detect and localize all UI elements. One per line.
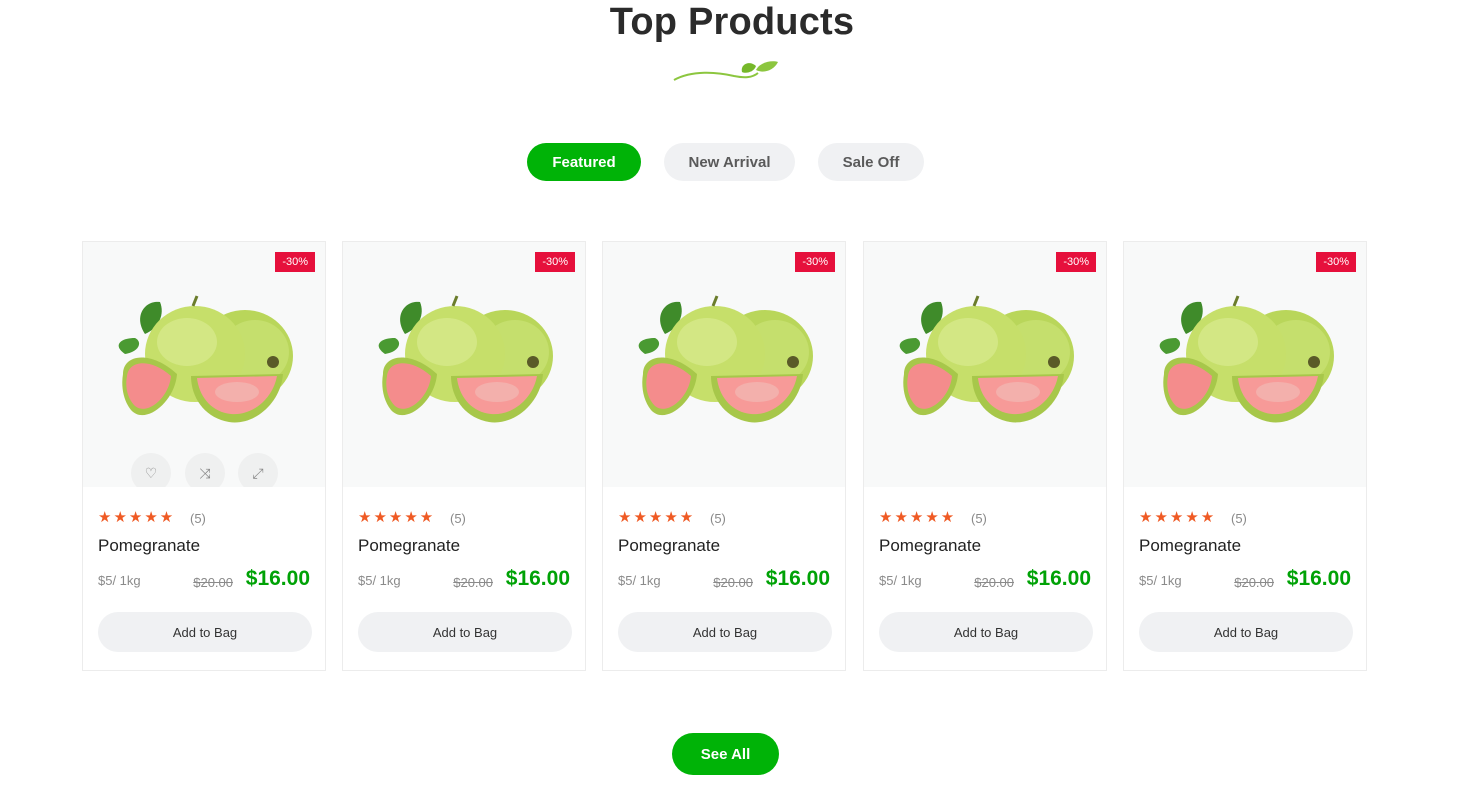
product-image-area[interactable]: -30% ♡ ⤨ ⤢	[864, 242, 1106, 487]
current-price: $16.00	[1286, 567, 1351, 590]
old-price: $20.00	[193, 575, 233, 590]
add-to-bag-button[interactable]: Add to Bag	[1139, 612, 1353, 652]
product-image-area[interactable]: -30% ♡ ⤨ ⤢	[83, 242, 325, 487]
unit-price: $5/ 1kg	[358, 573, 401, 588]
star-rating-icon: ★★★★★	[358, 509, 436, 526]
rating-count: (5)	[1231, 511, 1247, 526]
product-name[interactable]: Pomegranate	[98, 536, 200, 556]
product-card[interactable]: -30% ♡ ⤨ ⤢ ★★★★★ (	[1123, 241, 1367, 671]
tab-featured[interactable]: Featured	[527, 143, 641, 181]
add-to-bag-button[interactable]: Add to Bag	[879, 612, 1093, 652]
product-image-area[interactable]: -30% ♡ ⤨ ⤢	[343, 242, 585, 487]
unit-price: $5/ 1kg	[1139, 573, 1182, 588]
product-hover-actions: ♡ ⤨ ⤢	[131, 453, 281, 487]
leaf-vine-icon	[673, 61, 778, 81]
discount-badge: -30%	[795, 252, 835, 272]
guava-fruit-image	[1159, 295, 1334, 423]
unit-price: $5/ 1kg	[879, 573, 922, 588]
product-card[interactable]: -30% ♡ ⤨ ⤢ ★★★★★ (	[82, 241, 326, 671]
product-name[interactable]: Pomegranate	[879, 536, 981, 556]
product-image-area[interactable]: -30% ♡ ⤨ ⤢	[603, 242, 845, 487]
guava-fruit-image	[899, 295, 1074, 423]
add-to-bag-button[interactable]: Add to Bag	[358, 612, 572, 652]
tab-sale-off[interactable]: Sale Off	[818, 143, 924, 181]
rating-count: (5)	[450, 511, 466, 526]
star-rating-icon: ★★★★★	[1139, 509, 1217, 526]
shuffle-icon[interactable]: ⤨	[185, 453, 225, 487]
unit-price: $5/ 1kg	[98, 573, 141, 588]
discount-badge: -30%	[275, 252, 315, 272]
add-to-bag-button[interactable]: Add to Bag	[618, 612, 832, 652]
product-card[interactable]: -30% ♡ ⤨ ⤢ ★★★★★ (	[863, 241, 1107, 671]
rating-count: (5)	[190, 511, 206, 526]
old-price: $20.00	[713, 575, 753, 590]
guava-fruit-image	[638, 295, 813, 423]
product-card[interactable]: -30% ♡ ⤨ ⤢ ★★★★★ (	[602, 241, 846, 671]
discount-badge: -30%	[535, 252, 575, 272]
old-price: $20.00	[1234, 575, 1274, 590]
product-tabs: Featured New Arrival Sale Off	[0, 143, 1464, 181]
product-name[interactable]: Pomegranate	[1139, 536, 1241, 556]
add-to-bag-button[interactable]: Add to Bag	[98, 612, 312, 652]
unit-price: $5/ 1kg	[618, 573, 661, 588]
guava-fruit-image	[378, 295, 553, 423]
star-rating-icon: ★★★★★	[618, 509, 696, 526]
old-price: $20.00	[453, 575, 493, 590]
old-price: $20.00	[974, 575, 1014, 590]
current-price: $16.00	[505, 567, 570, 590]
current-price: $16.00	[245, 567, 310, 590]
guava-fruit-image	[118, 295, 293, 423]
rating-count: (5)	[710, 511, 726, 526]
discount-badge: -30%	[1316, 252, 1356, 272]
rating-count: (5)	[971, 511, 987, 526]
star-rating-icon: ★★★★★	[879, 509, 957, 526]
product-image-area[interactable]: -30% ♡ ⤨ ⤢	[1124, 242, 1366, 487]
see-all-button[interactable]: See All	[672, 733, 779, 775]
tab-new-arrival[interactable]: New Arrival	[664, 143, 795, 181]
product-name[interactable]: Pomegranate	[618, 536, 720, 556]
current-price: $16.00	[1026, 567, 1091, 590]
product-name[interactable]: Pomegranate	[358, 536, 460, 556]
star-rating-icon: ★★★★★	[98, 509, 176, 526]
section-title: Top Products	[609, 1, 855, 43]
current-price: $16.00	[765, 567, 830, 590]
product-card[interactable]: -30% ♡ ⤨ ⤢ ★★★★★ (	[342, 241, 586, 671]
heart-icon[interactable]: ♡	[131, 453, 171, 487]
discount-badge: -30%	[1056, 252, 1096, 272]
expand-icon[interactable]: ⤢	[238, 453, 278, 487]
